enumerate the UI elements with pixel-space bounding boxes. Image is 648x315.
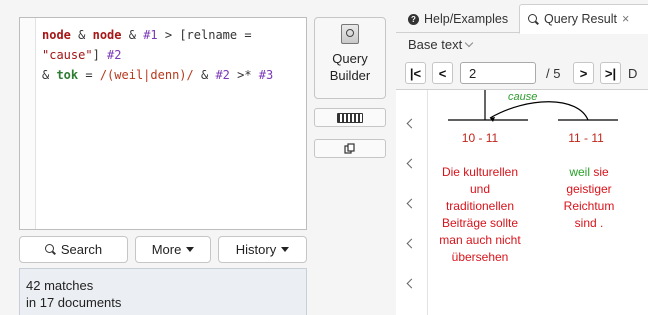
copy-icon bbox=[344, 142, 355, 154]
query-token: ] bbox=[92, 48, 108, 62]
caret-down-icon bbox=[186, 247, 195, 252]
result-side-strip bbox=[396, 90, 428, 315]
result-tabs: ? Help/Examples Query Result × bbox=[396, 0, 648, 34]
query-token: > [relname = bbox=[157, 28, 259, 42]
query-token: & bbox=[70, 28, 93, 42]
query-builder-icon bbox=[341, 24, 359, 44]
more-button[interactable]: More bbox=[135, 236, 211, 263]
history-button-label: History bbox=[235, 242, 277, 257]
query-token: node bbox=[42, 28, 71, 42]
view-selector[interactable]: Base text bbox=[408, 37, 474, 52]
query-token: & bbox=[42, 68, 57, 82]
document-count: in 17 documents bbox=[26, 295, 122, 310]
token-text-highlight: weil bbox=[569, 165, 590, 179]
relation-label: cause bbox=[508, 91, 538, 103]
query-token: #2 bbox=[107, 48, 122, 62]
query-token: tok bbox=[56, 68, 79, 82]
search-button[interactable]: Search bbox=[19, 236, 128, 263]
token-range: 10 - 11 bbox=[461, 131, 499, 145]
search-icon bbox=[528, 13, 539, 25]
first-page-button[interactable]: |< bbox=[405, 62, 426, 84]
chevron-left-icon[interactable] bbox=[406, 278, 417, 289]
status-panel: 42 matches in 17 documents bbox=[19, 268, 307, 315]
view-selector-label: Base text bbox=[408, 37, 463, 52]
page-number-input[interactable] bbox=[460, 62, 536, 84]
pager-extra: D bbox=[628, 66, 638, 81]
last-page-button[interactable]: >| bbox=[600, 62, 621, 84]
query-builder-button[interactable]: Query Builder bbox=[314, 17, 386, 99]
match-count: 42 matches bbox=[26, 278, 94, 293]
query-token: #3 bbox=[258, 68, 274, 82]
tab-help-label: Help/Examples bbox=[424, 12, 509, 26]
query-token: #2 bbox=[215, 68, 230, 82]
history-button[interactable]: History bbox=[218, 236, 307, 263]
page-total: / 5 bbox=[546, 66, 561, 81]
keyboard-icon bbox=[337, 112, 363, 123]
relation-arc bbox=[489, 101, 589, 121]
close-tab-icon[interactable]: × bbox=[622, 12, 629, 26]
info-icon: ? bbox=[408, 13, 419, 25]
token-range: 11 - 11 bbox=[568, 131, 604, 145]
query-token: /(weil|denn)/ bbox=[99, 68, 194, 82]
more-button-label: More bbox=[151, 242, 182, 257]
tab-query-result[interactable]: Query Result × bbox=[519, 4, 648, 34]
chevron-left-icon[interactable] bbox=[406, 238, 417, 249]
next-page-button[interactable]: > bbox=[573, 62, 594, 84]
token-text-group: weil sie geistiger Reichtum sind . bbox=[551, 164, 627, 232]
query-code[interactable]: node & node & #1 > [relname = "cause"] #… bbox=[42, 25, 300, 85]
query-token: #1 bbox=[143, 28, 158, 42]
prev-page-button[interactable]: < bbox=[432, 62, 453, 84]
chevron-left-icon[interactable] bbox=[406, 118, 417, 129]
query-token: & bbox=[121, 28, 144, 42]
result-pager: |< < / 5 > >| D bbox=[396, 58, 648, 88]
query-token: node bbox=[92, 28, 122, 42]
editor-gutter bbox=[20, 18, 36, 229]
copy-query-button[interactable] bbox=[314, 139, 386, 158]
search-button-label: Search bbox=[60, 242, 103, 257]
virtual-keyboard-button[interactable] bbox=[314, 108, 386, 127]
query-token: & bbox=[193, 68, 216, 82]
search-icon bbox=[44, 244, 56, 255]
chevron-left-icon[interactable] bbox=[406, 158, 417, 169]
query-editor[interactable]: node & node & #1 > [relname = "cause"] #… bbox=[19, 17, 307, 230]
chevron-down-icon bbox=[464, 38, 474, 48]
query-token: >* bbox=[229, 68, 259, 82]
caret-down-icon bbox=[281, 247, 290, 252]
chevron-left-icon[interactable] bbox=[406, 198, 417, 209]
query-builder-label: Query Builder bbox=[329, 51, 371, 83]
tab-result-label: Query Result bbox=[544, 12, 617, 26]
token-text: Die kulturellen und traditionellen Beitr… bbox=[439, 165, 521, 264]
query-token: = bbox=[78, 68, 100, 82]
query-token: "cause" bbox=[42, 48, 93, 62]
tab-help-examples[interactable]: ? Help/Examples bbox=[400, 4, 516, 34]
